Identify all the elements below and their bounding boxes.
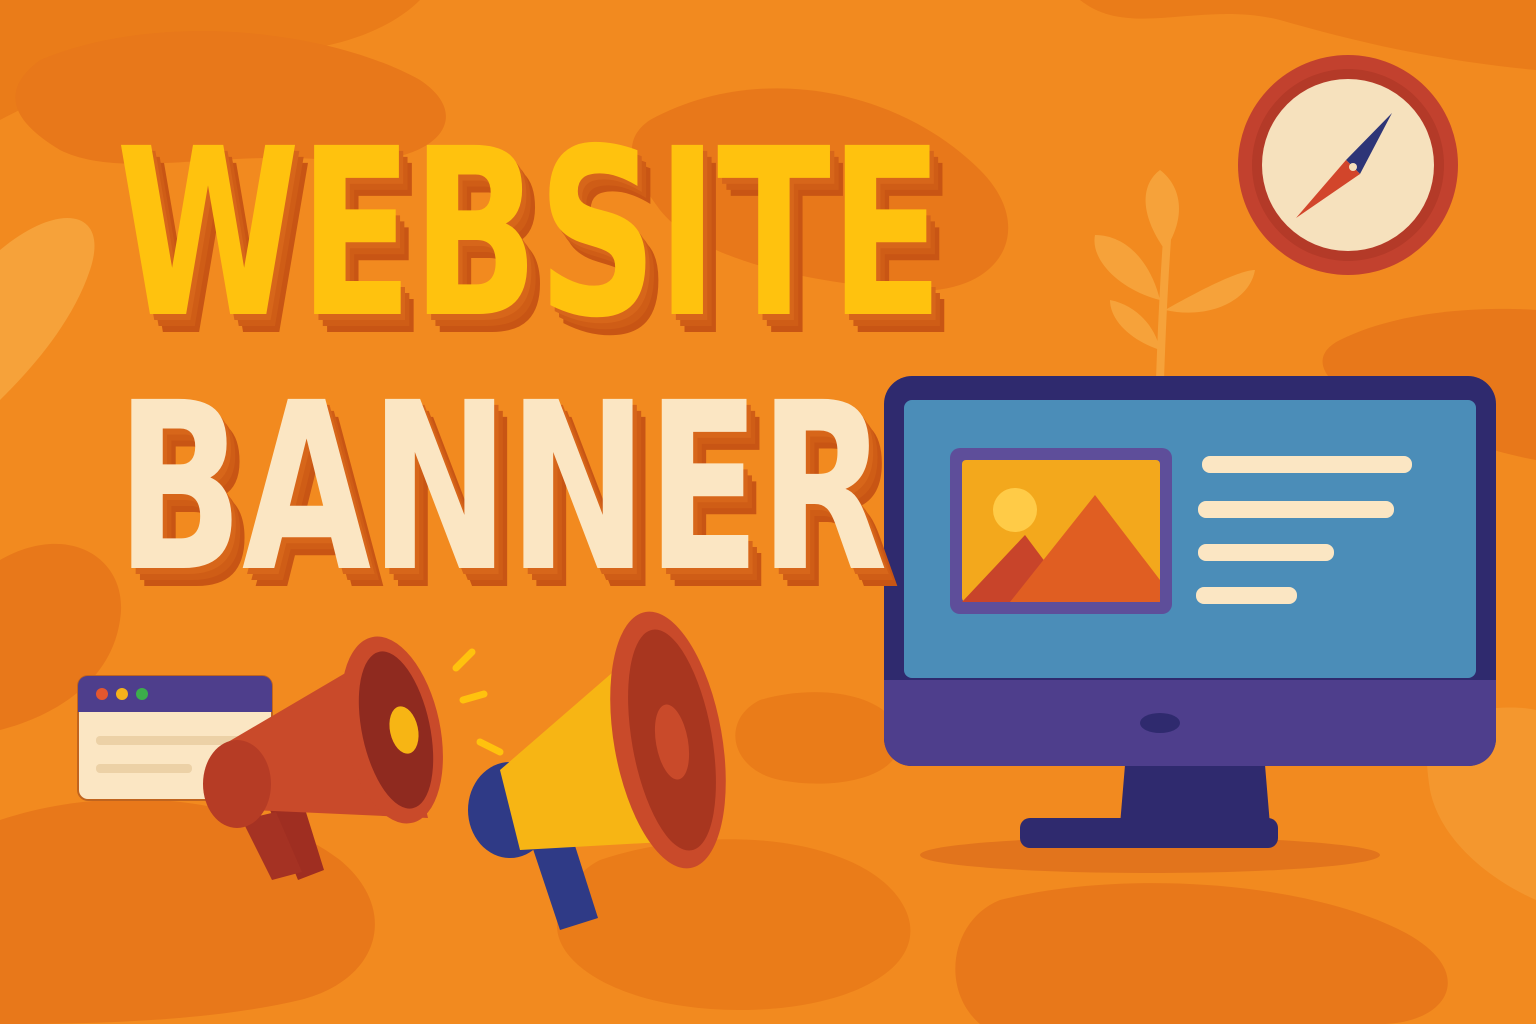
banner-title-line1: WEBSITE (116, 99, 944, 369)
image-placeholder-icon (950, 448, 1172, 614)
banner-title-line2: BANNER (116, 353, 888, 623)
website-banner: WEBSITE BANNER (0, 0, 1536, 1024)
leaf-plant-icon (1094, 170, 1255, 384)
sound-sparks (452, 648, 504, 756)
compass-icon (1238, 55, 1458, 275)
monitor-icon (884, 376, 1496, 873)
